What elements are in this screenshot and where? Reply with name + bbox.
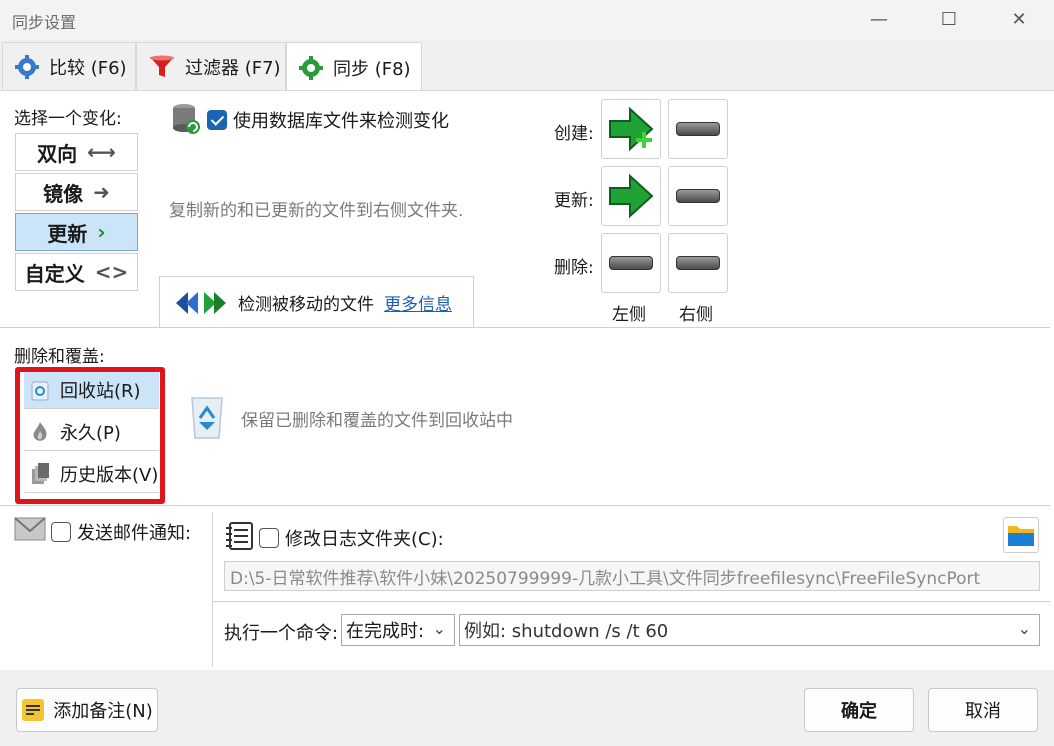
two-way-arrow-icon: ⟷ xyxy=(87,140,116,164)
add-note-label: 添加备注(N) xyxy=(53,701,153,722)
none-icon xyxy=(609,256,653,270)
variant-custom-label: 自定义 xyxy=(24,261,85,286)
right-arrow-icon: ➜ xyxy=(93,180,110,204)
none-icon xyxy=(676,189,720,203)
right-side-label: 右侧 xyxy=(679,305,713,325)
log-option: 修改日志文件夹(C): xyxy=(259,525,444,551)
log-checkbox[interactable] xyxy=(259,528,279,548)
variant-mirror-label: 镜像 xyxy=(43,181,84,206)
command-input[interactable]: 例如: shutdown /s /t 60 ⌄ xyxy=(459,614,1040,646)
gear-blue-icon xyxy=(15,55,39,79)
command-when-value: 在完成时: xyxy=(346,621,425,642)
chevron-down-icon: ⌄ xyxy=(432,619,446,638)
note-icon xyxy=(22,699,45,721)
create-label: 创建: xyxy=(554,124,594,144)
mail-icon xyxy=(14,517,46,541)
variant-update-label: 更新 xyxy=(47,221,88,246)
delete-right-button[interactable] xyxy=(668,233,728,293)
email-option: 发送邮件通知: xyxy=(51,519,191,545)
folder-icon xyxy=(1008,526,1034,546)
variant-two-way-button[interactable]: 双向 ⟷ xyxy=(15,133,138,171)
command-label: 执行一个命令: xyxy=(224,623,339,644)
update-right-button[interactable] xyxy=(668,166,728,226)
recycle-bin-large-icon xyxy=(191,397,223,439)
variant-description: 复制新的和已更新的文件到右侧文件夹. xyxy=(169,201,464,221)
email-checkbox[interactable] xyxy=(51,522,71,542)
tab-filter-label: 过滤器 (F7) xyxy=(185,58,281,79)
vertical-divider xyxy=(212,512,213,667)
browse-folder-button[interactable] xyxy=(1003,517,1039,553)
create-arrow-icon xyxy=(609,106,654,152)
detect-moved-files: 检测被移动的文件 更多信息 xyxy=(159,276,474,328)
window-title: 同步设置 xyxy=(12,13,77,32)
tab-compare-label: 比较 (F6) xyxy=(49,58,127,79)
log-label: 修改日志文件夹(C): xyxy=(285,529,444,550)
email-label: 发送邮件通知: xyxy=(77,523,192,544)
ok-button[interactable]: 确定 xyxy=(804,688,914,732)
chevron-down-icon: ⌄ xyxy=(1017,619,1031,638)
command-when-select[interactable]: 在完成时: ⌄ xyxy=(341,614,455,646)
cancel-button[interactable]: 取消 xyxy=(928,688,1038,732)
tab-sync-label: 同步 (F8) xyxy=(333,58,411,80)
tab-compare[interactable]: 比较 (F6) xyxy=(2,42,136,91)
update-arrow-icon xyxy=(609,173,654,219)
tab-filter[interactable]: 过滤器 (F7) xyxy=(136,42,286,91)
gear-green-icon xyxy=(299,55,323,80)
divider xyxy=(213,601,1050,602)
command-placeholder: 例如: shutdown /s /t 60 xyxy=(464,621,669,642)
database-option: 使用数据库文件来检测变化 xyxy=(207,107,449,133)
custom-brackets-icon: <> xyxy=(94,260,129,284)
divider xyxy=(0,505,1050,506)
highlight-box xyxy=(15,367,165,504)
database-icon xyxy=(173,104,200,134)
more-info-link[interactable]: 更多信息 xyxy=(384,290,452,315)
variant-update-button[interactable]: 更新 › xyxy=(15,213,138,251)
delete-left-button[interactable] xyxy=(601,233,661,293)
chevron-right-icon: › xyxy=(97,220,106,244)
deletion-description: 保留已删除和覆盖的文件到回收站中 xyxy=(241,411,513,431)
create-left-button[interactable] xyxy=(601,99,661,159)
add-note-button[interactable]: 添加备注(N) xyxy=(16,688,158,732)
funnel-red-icon xyxy=(150,55,174,77)
deletion-label: 删除和覆盖: xyxy=(14,347,105,367)
create-right-button[interactable] xyxy=(668,99,728,159)
database-checkbox[interactable] xyxy=(207,110,227,130)
maximize-button[interactable]: ☐ xyxy=(926,0,972,40)
database-label: 使用数据库文件来检测变化 xyxy=(233,111,449,132)
tab-sync[interactable]: 同步 (F8) xyxy=(286,42,422,92)
update-label: 更新: xyxy=(554,191,594,211)
divider xyxy=(0,327,1050,328)
variant-two-way-label: 双向 xyxy=(37,141,78,166)
update-left-button[interactable] xyxy=(601,166,661,226)
none-icon xyxy=(676,122,720,136)
detect-label: 检测被移动的文件 xyxy=(238,295,374,315)
variant-label: 选择一个变化: xyxy=(14,109,122,129)
log-path-field[interactable]: D:\5-日常软件推荐\软件小妹\20250799999-几款小工具\文件同步f… xyxy=(224,561,1040,591)
variant-mirror-button[interactable]: 镜像 ➜ xyxy=(15,173,138,211)
log-file-icon xyxy=(226,522,253,550)
tab-bar: 比较 (F6) 过滤器 (F7) 同步 (F8) xyxy=(0,42,1054,92)
delete-label: 删除: xyxy=(554,258,594,278)
variant-custom-button[interactable]: 自定义 <> xyxy=(15,253,138,291)
ok-label: 确定 xyxy=(841,701,877,722)
cancel-label: 取消 xyxy=(965,701,1001,722)
none-icon xyxy=(676,256,720,270)
minimize-button[interactable]: — xyxy=(856,0,902,40)
close-button[interactable]: ✕ xyxy=(996,0,1042,40)
log-path-value: D:\5-日常软件推荐\软件小妹\20250799999-几款小工具\文件同步f… xyxy=(230,568,981,589)
title-bar: 同步设置 — ☐ ✕ xyxy=(0,0,1054,40)
left-side-label: 左侧 xyxy=(612,305,646,325)
move-arrows-icon xyxy=(176,291,226,314)
